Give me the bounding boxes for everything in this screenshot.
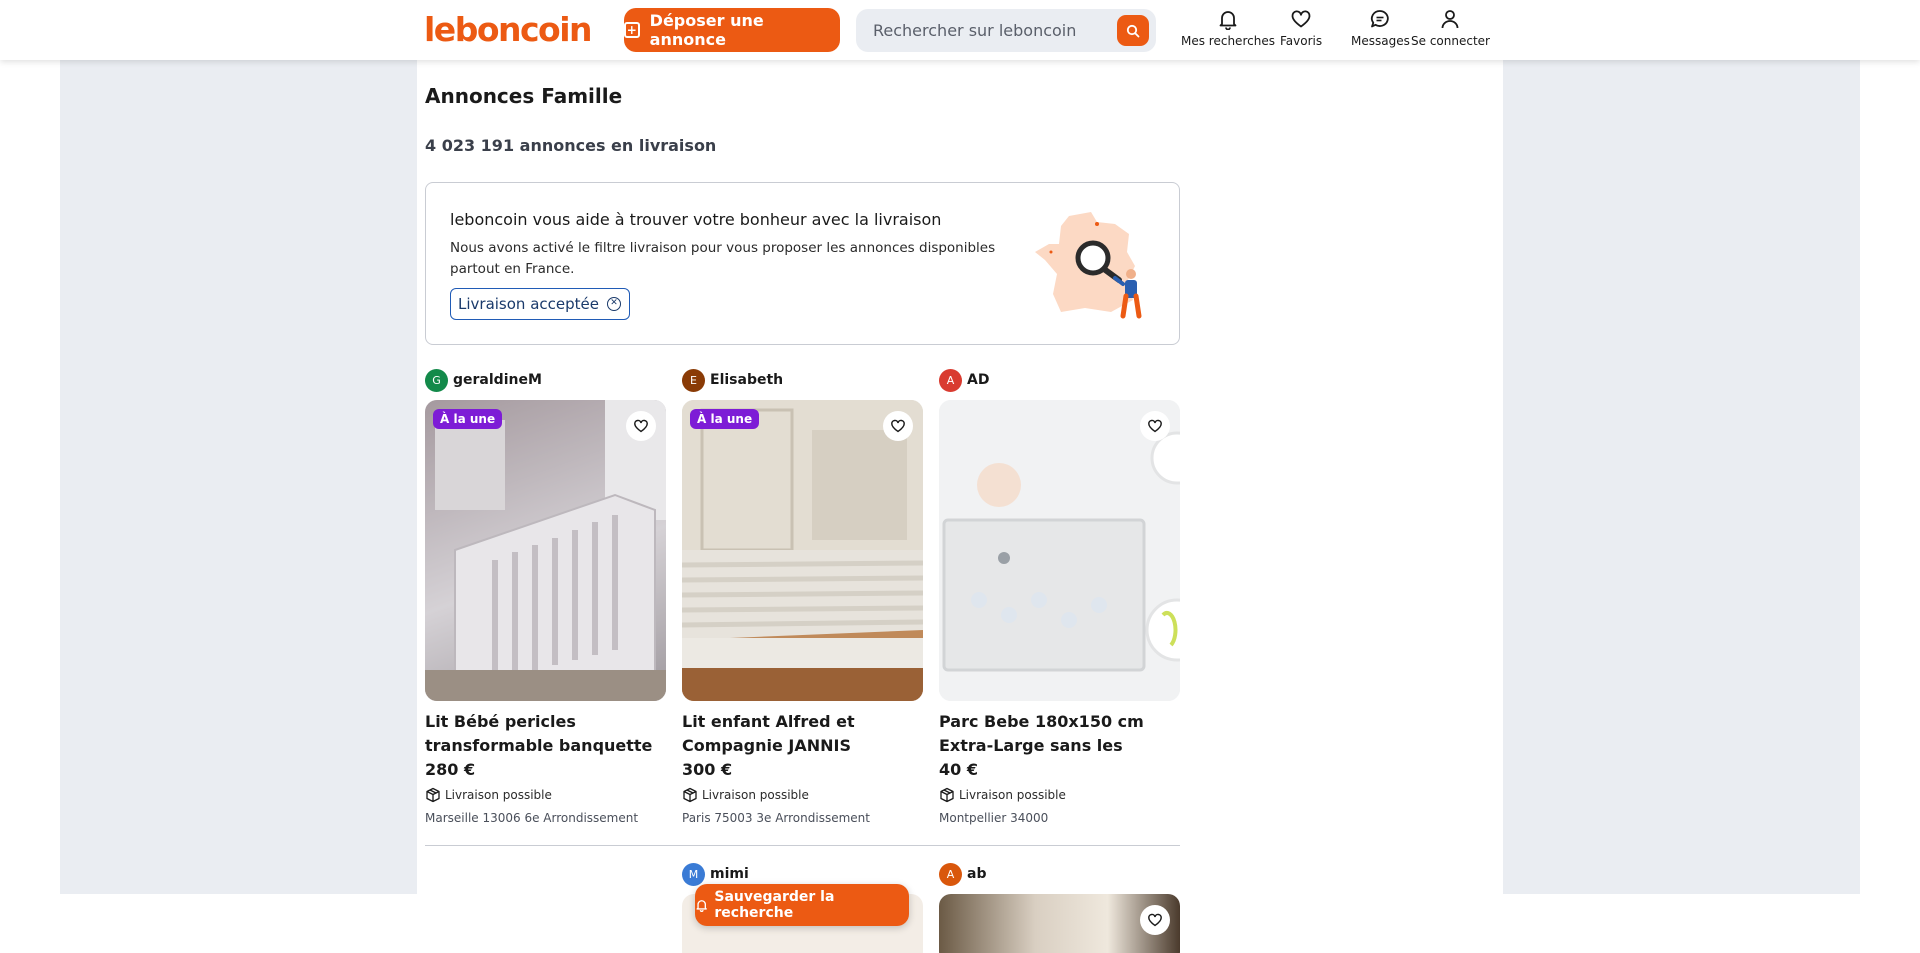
seller-name: ab bbox=[967, 866, 987, 882]
heart-icon bbox=[1148, 419, 1162, 433]
bell-icon bbox=[1219, 11, 1237, 30]
delivery-label: Livraison possible bbox=[702, 788, 809, 802]
bell-icon bbox=[696, 900, 707, 912]
playpen-photo-illustration bbox=[939, 400, 1180, 701]
avatar: M bbox=[682, 862, 705, 886]
seller-name: Elisabeth bbox=[710, 372, 784, 388]
nav-favorites[interactable]: Favoris bbox=[1280, 8, 1322, 48]
info-text: Nous avons activé le filtre livraison po… bbox=[450, 240, 996, 277]
avatar: E bbox=[682, 368, 705, 392]
delivery-label: Livraison possible bbox=[959, 788, 1066, 802]
seller-info[interactable]: G geraldineM bbox=[425, 368, 666, 392]
search-bar bbox=[856, 9, 1156, 52]
right-ad-column bbox=[1503, 60, 1860, 894]
listing-title[interactable]: Lit Bébé pericles transformable banquett… bbox=[425, 710, 666, 758]
package-icon bbox=[426, 787, 440, 803]
save-search-button[interactable]: Sauvegarder la recherche bbox=[695, 884, 909, 926]
favorite-button[interactable] bbox=[626, 411, 656, 441]
listing-photo[interactable]: À la une bbox=[425, 400, 666, 701]
nav-my-searches[interactable]: Mes recherches bbox=[1181, 8, 1275, 48]
nav-favorites-label: Favoris bbox=[1280, 34, 1323, 48]
listing-title[interactable]: Parc Bebe 180x150 cm Extra-Large sans le… bbox=[939, 710, 1180, 758]
delivery-info: Livraison possible bbox=[682, 787, 923, 803]
results-count: 4 023 191 annonces en livraison bbox=[425, 136, 717, 155]
avatar: A bbox=[939, 368, 962, 392]
seller-info[interactable]: A ab bbox=[939, 862, 1180, 886]
row-divider bbox=[425, 845, 1180, 846]
nav-messages[interactable]: Messages bbox=[1351, 8, 1410, 48]
search-icon bbox=[1126, 24, 1140, 37]
left-ad-column bbox=[60, 60, 417, 894]
page-margin-left bbox=[0, 60, 60, 894]
package-icon bbox=[940, 787, 954, 803]
user-icon bbox=[1442, 10, 1459, 29]
delivery-info-box: leboncoin vous aide à trouver votre bonh… bbox=[425, 182, 1180, 345]
avatar: G bbox=[425, 368, 448, 392]
page-margin-right bbox=[1860, 60, 1920, 894]
nav-messages-label: Messages bbox=[1351, 34, 1410, 48]
search-button[interactable] bbox=[1117, 15, 1149, 46]
deposit-ad-label: Déposer une annonce bbox=[649, 11, 764, 49]
listing-price: 300 € bbox=[682, 760, 733, 779]
heart-icon bbox=[634, 419, 648, 433]
bed-photo-illustration bbox=[682, 400, 923, 701]
listing-card[interactable]: G geraldineM À la une Lit Bébé pericles … bbox=[425, 368, 666, 825]
heart-icon bbox=[1148, 913, 1162, 927]
info-title: leboncoin vous aide à trouver votre bonh… bbox=[450, 210, 942, 229]
heart-icon bbox=[1291, 10, 1311, 28]
package-icon bbox=[683, 787, 697, 803]
page-title: Annonces Famille bbox=[425, 84, 623, 108]
close-circle-icon[interactable]: ✕ bbox=[606, 297, 621, 311]
listing-location: Paris 75003 3e Arrondissement bbox=[682, 811, 870, 825]
listing-price: 40 € bbox=[939, 760, 978, 779]
listing-location: Marseille 13006 6e Arrondissement bbox=[425, 811, 639, 825]
seller-info[interactable]: E Elisabeth bbox=[682, 368, 923, 392]
listing-location: Montpellier 34000 bbox=[939, 811, 1049, 825]
search-input[interactable] bbox=[856, 21, 1106, 40]
leboncoin-logo[interactable]: leboncoin bbox=[424, 10, 593, 49]
listing-photo[interactable]: À la une bbox=[682, 400, 923, 701]
listing-photo[interactable] bbox=[939, 400, 1180, 701]
top-header: leboncoin + Déposer une annonce Mes rech… bbox=[0, 0, 1920, 60]
listing-title[interactable]: Lit enfant Alfred et Compagnie JANNIS bbox=[682, 710, 923, 758]
france-map-magnifier-illustration bbox=[1035, 212, 1142, 319]
seller-name: geraldineM bbox=[453, 372, 542, 388]
delivery-filter-chip[interactable]: Livraison acceptée ✕ bbox=[450, 288, 630, 320]
seller-name: mimi bbox=[710, 866, 749, 882]
delivery-info: Livraison possible bbox=[939, 787, 1180, 803]
seller-info[interactable]: M mimi bbox=[682, 862, 923, 886]
delivery-label: Livraison possible bbox=[445, 788, 552, 802]
chat-bubble-icon bbox=[1371, 10, 1390, 28]
listing-photo[interactable] bbox=[939, 894, 1180, 953]
nav-login[interactable]: Se connecter bbox=[1411, 8, 1490, 48]
listing-card[interactable]: E Elisabeth À la une Lit enfant Alfred e… bbox=[682, 368, 923, 825]
listing-card[interactable]: A ab bbox=[939, 862, 1180, 953]
favorite-button[interactable] bbox=[883, 411, 913, 441]
listing-card[interactable]: A AD Parc Bebe 180x150 cm Extra-Large sa… bbox=[939, 368, 1180, 825]
delivery-filter-label: Livraison acceptée bbox=[458, 295, 599, 313]
seller-name: AD bbox=[967, 372, 990, 388]
crib-photo-illustration bbox=[425, 400, 666, 701]
favorite-button[interactable] bbox=[1140, 905, 1170, 935]
nav-login-label: Se connecter bbox=[1411, 34, 1490, 48]
avatar: A bbox=[939, 862, 962, 886]
favorite-button[interactable] bbox=[1140, 411, 1170, 441]
plus-square-icon: + bbox=[624, 22, 640, 38]
deposit-ad-button[interactable]: + Déposer une annonce bbox=[624, 8, 840, 52]
seller-info[interactable]: A AD bbox=[939, 368, 1180, 392]
delivery-info: Livraison possible bbox=[425, 787, 666, 803]
listing-price: 280 € bbox=[425, 760, 476, 779]
heart-icon bbox=[891, 419, 905, 433]
featured-badge: À la une bbox=[433, 409, 503, 429]
featured-badge: À la une bbox=[690, 409, 760, 429]
save-search-label: Sauvegarder la recherche bbox=[714, 889, 835, 921]
nav-my-searches-label: Mes recherches bbox=[1181, 34, 1275, 48]
